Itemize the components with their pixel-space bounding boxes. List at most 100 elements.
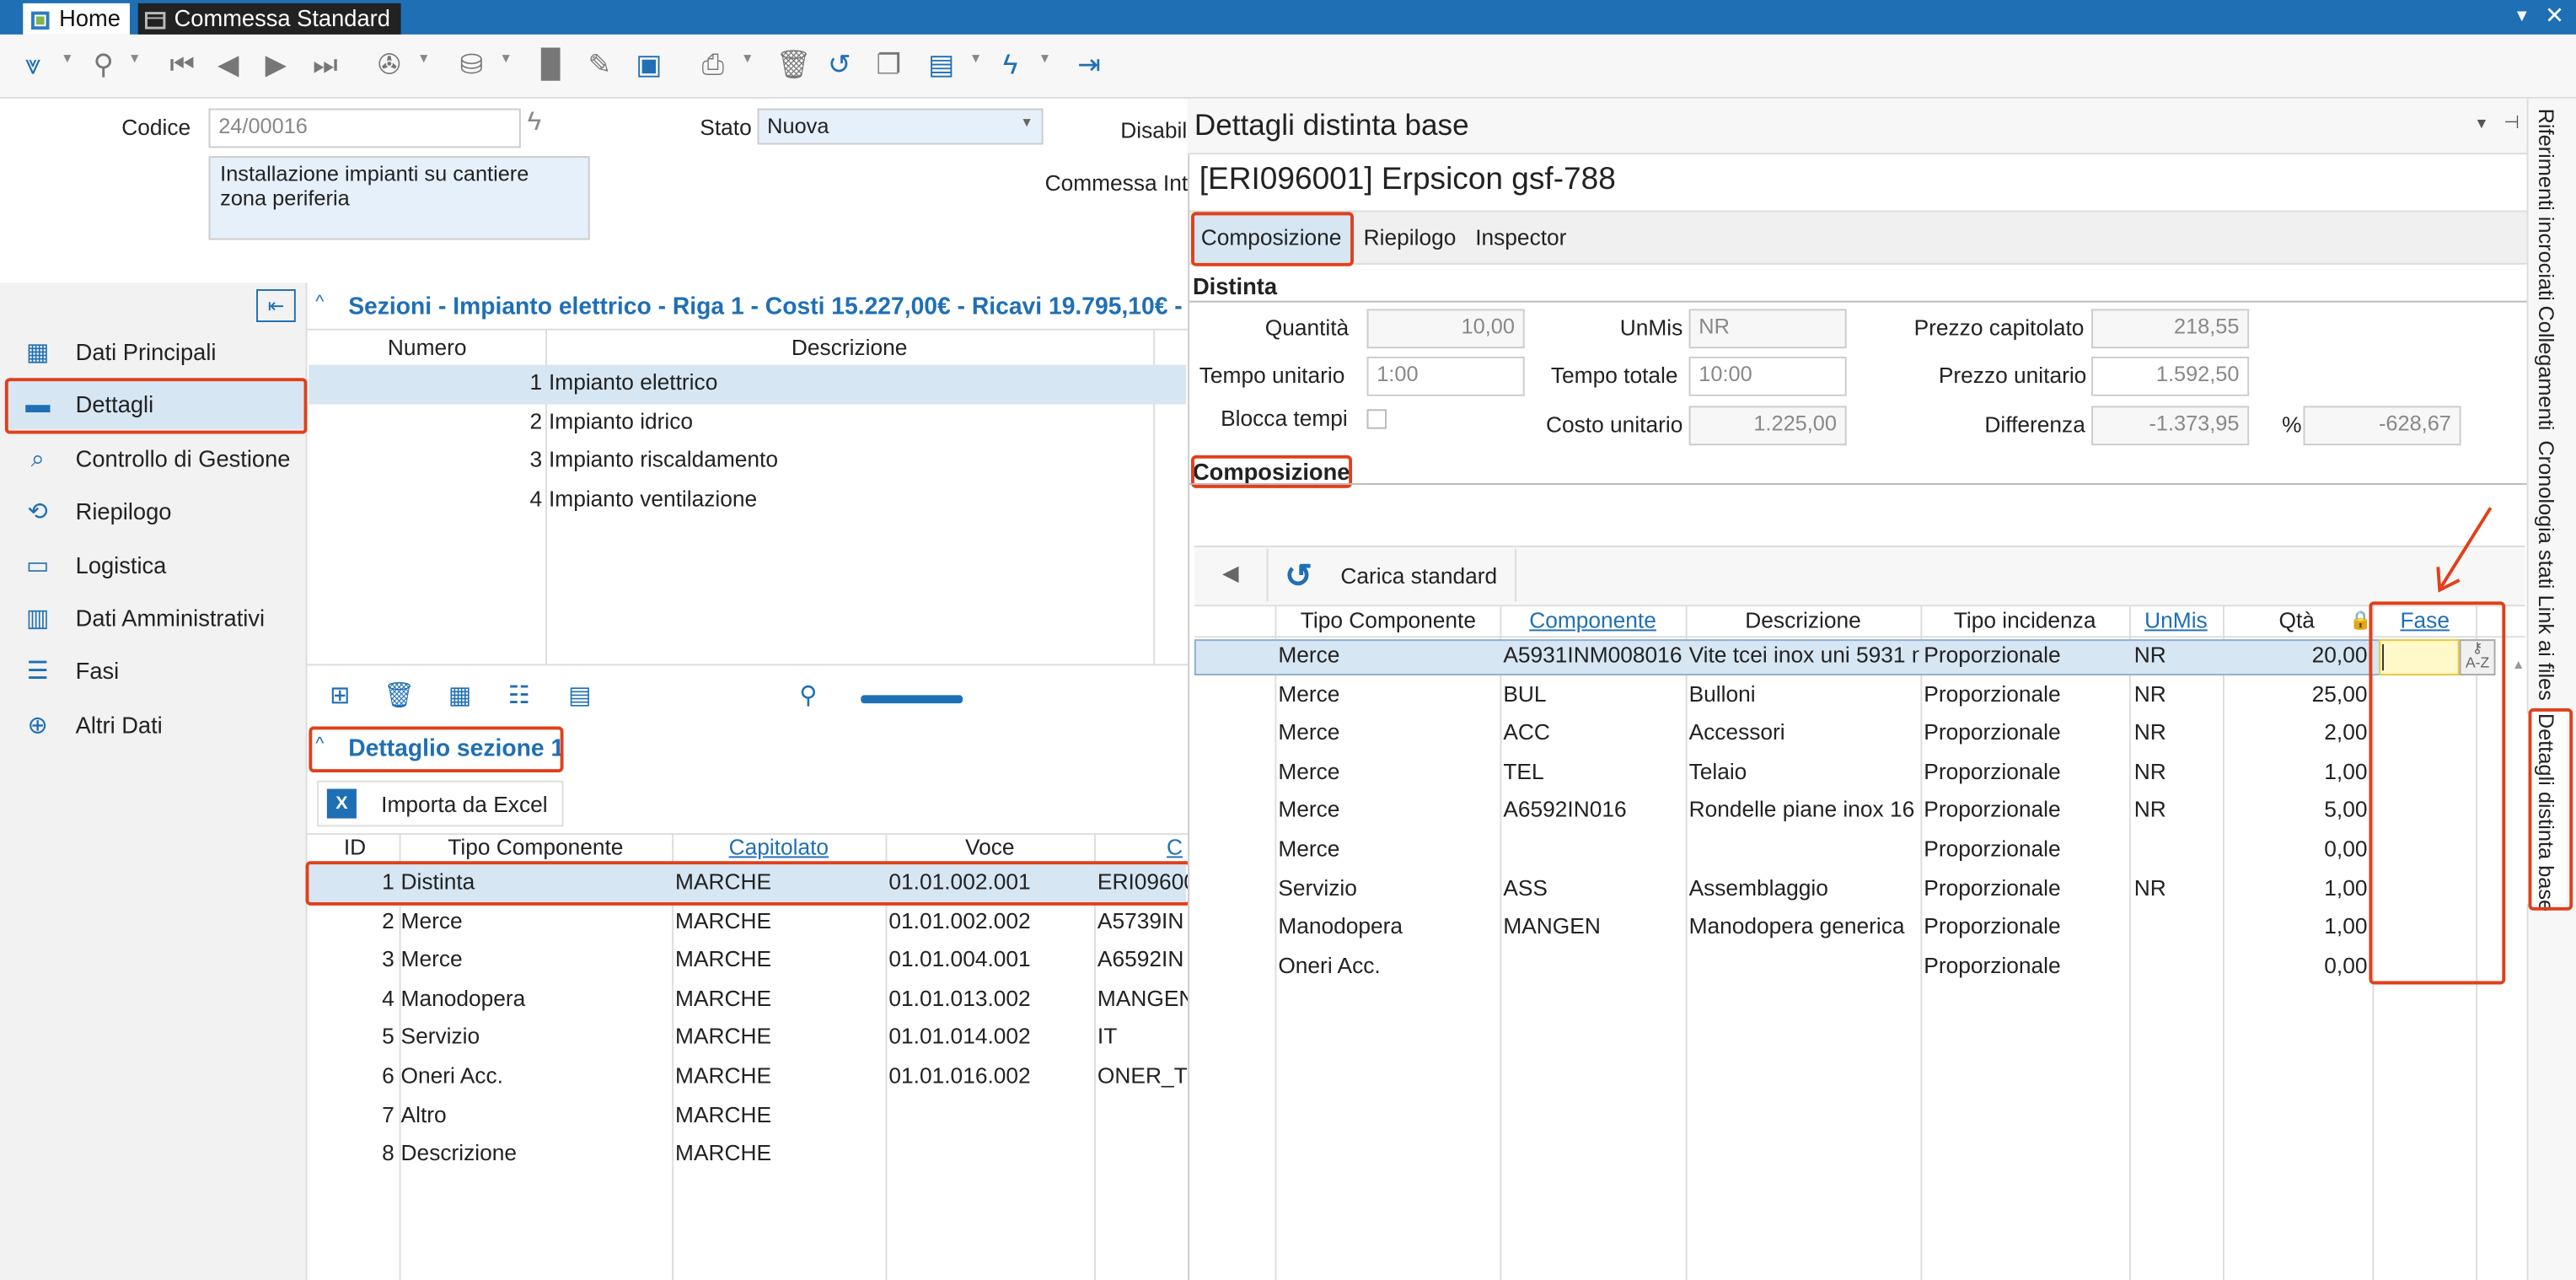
sidebar-item-riepilogo[interactable]: ⟲ Riepilogo bbox=[7, 487, 306, 535]
row-descrizione[interactable]: Impianto idrico bbox=[549, 409, 1150, 433]
tab-collegamenti[interactable]: Collegamenti bbox=[2527, 306, 2567, 431]
close-icon[interactable]: ✕ bbox=[2545, 2, 2564, 30]
row-tipo-componente[interactable]: Altro bbox=[401, 1102, 669, 1127]
col-tipo-componente[interactable]: Tipo Componente bbox=[400, 835, 673, 859]
row-tipo-componente[interactable]: Merce bbox=[1278, 681, 1496, 706]
row-unmis[interactable]: NR bbox=[2134, 875, 2219, 900]
chevron-down-icon[interactable]: ▼ bbox=[741, 51, 754, 66]
pin-icon[interactable]: ⊣ bbox=[2504, 112, 2520, 132]
row-capitolato[interactable]: MARCHE bbox=[675, 1141, 883, 1165]
row-tipo-componente[interactable]: Descrizione bbox=[401, 1141, 669, 1165]
tempo-totale-field[interactable]: 10:00 bbox=[1688, 356, 1847, 396]
back-arrow-icon[interactable]: ◀ bbox=[1222, 561, 1238, 587]
row-c[interactable]: A6592IN bbox=[1097, 947, 1188, 971]
row-tipo-componente[interactable]: Merce bbox=[401, 947, 669, 971]
row-capitolato[interactable]: MARCHE bbox=[675, 869, 883, 894]
chevron-down-icon[interactable]: ▼ bbox=[417, 51, 430, 66]
sidebar-item-dettagli[interactable]: ▬ Dettagli bbox=[6, 379, 306, 429]
row-tipo-incidenza[interactable]: Proporzionale bbox=[1924, 836, 2128, 861]
lightning-icon[interactable]: ϟ bbox=[528, 109, 542, 138]
tab-inspector[interactable]: Inspector bbox=[1475, 225, 1566, 250]
row-descrizione[interactable]: Impianto ventilazione bbox=[549, 487, 1150, 511]
row-tipo-incidenza[interactable]: Proporzionale bbox=[1924, 681, 2128, 706]
new-document-icon[interactable]: ▉ bbox=[534, 48, 570, 84]
search-icon[interactable]: ⚲ bbox=[787, 674, 830, 717]
tab-riepilogo[interactable]: Riepilogo bbox=[1364, 225, 1457, 250]
row-capitolato[interactable]: MARCHE bbox=[675, 986, 883, 1010]
row-c[interactable]: ERI09600 bbox=[1097, 869, 1188, 894]
tab-link-ai-files[interactable]: Link ai files bbox=[2527, 595, 2567, 701]
row-tipo-incidenza[interactable]: Proporzionale bbox=[1924, 643, 2128, 667]
tab-dettagli-distinta-base[interactable]: Dettagli distinta base bbox=[2526, 713, 2567, 912]
row-tipo-componente[interactable]: Merce bbox=[1278, 798, 1496, 822]
row-componente[interactable]: MANGEN bbox=[1503, 914, 1683, 938]
chevron-down-icon[interactable]: ▼ bbox=[2474, 115, 2488, 131]
lookup-az-button[interactable]: ⚷ A-Z bbox=[2459, 639, 2496, 676]
col-descrizione[interactable]: Descrizione bbox=[545, 336, 1153, 360]
expand-down-icon[interactable]: ⩔ bbox=[15, 48, 51, 84]
prezzo-unitario-field[interactable]: 1.592,50 bbox=[2091, 356, 2250, 396]
tab-home[interactable]: Home bbox=[23, 3, 131, 35]
row-voce[interactable]: 01.01.002.001 bbox=[888, 869, 1092, 894]
row-numero[interactable]: 2 bbox=[312, 409, 543, 433]
row-qta[interactable]: 0,00 bbox=[2226, 836, 2367, 861]
row-capitolato[interactable]: MARCHE bbox=[675, 908, 883, 933]
row-descrizione[interactable]: Assemblaggio bbox=[1689, 875, 1919, 900]
sidebar-item-fasi[interactable]: ☰ Fasi bbox=[7, 646, 306, 695]
add-row-icon[interactable]: ⊞ bbox=[319, 674, 362, 717]
row-descrizione[interactable]: Accessori bbox=[1689, 720, 1919, 745]
sidebar-item-altri-dati[interactable]: ⊕ Altri Dati bbox=[7, 700, 306, 749]
row-numero[interactable]: 3 bbox=[312, 447, 543, 471]
chevron-down-icon[interactable]: ▼ bbox=[1038, 51, 1051, 66]
last-record-icon[interactable]: ⏭ bbox=[307, 48, 343, 84]
undo-icon[interactable]: ↺ bbox=[822, 48, 858, 84]
collapse-sidebar-icon[interactable]: ⇤ bbox=[256, 289, 296, 323]
row-tipo-componente[interactable]: Merce bbox=[1278, 759, 1496, 783]
list-details-icon[interactable]: ☷ bbox=[498, 674, 541, 717]
row-id[interactable]: 8 bbox=[312, 1141, 394, 1165]
row-voce[interactable]: 01.01.002.002 bbox=[888, 908, 1092, 933]
sidebar-item-dati-amministrativi[interactable]: ▥ Dati Amministrativi bbox=[7, 594, 306, 643]
row-tipo-componente[interactable]: Manodopera bbox=[401, 986, 669, 1010]
descrizione-field[interactable]: Installazione impianti su cantiere zona … bbox=[208, 156, 590, 240]
database-icon[interactable]: ⛁ bbox=[453, 48, 490, 84]
chevron-down-icon[interactable]: ▼ bbox=[499, 51, 512, 66]
row-id[interactable]: 2 bbox=[312, 908, 394, 933]
carica-standard-button[interactable]: ↺ Carica standard bbox=[1278, 552, 1515, 601]
col-tipo-componente[interactable]: Tipo Componente bbox=[1276, 608, 1500, 632]
scrollbar[interactable] bbox=[861, 695, 963, 704]
row-unmis[interactable]: NR bbox=[2134, 759, 2219, 783]
collapse-chevron-icon[interactable]: ^ bbox=[315, 293, 324, 312]
row-numero[interactable]: 4 bbox=[312, 487, 543, 511]
row-qta[interactable]: 20,00 bbox=[2226, 643, 2368, 667]
row-descrizione[interactable]: Impianto elettrico bbox=[549, 370, 1150, 395]
differenza-field[interactable]: -1.373,95 bbox=[2091, 406, 2250, 446]
row-componente[interactable]: BUL bbox=[1503, 681, 1683, 706]
row-descrizione[interactable]: Manodopera generica bbox=[1689, 914, 1919, 938]
chevron-down-icon[interactable]: ▾ bbox=[2517, 3, 2527, 26]
col-id[interactable]: ID bbox=[312, 835, 397, 859]
row-tipo-incidenza[interactable]: Proporzionale bbox=[1924, 914, 2128, 938]
chevron-down-icon[interactable]: ▼ bbox=[969, 51, 982, 66]
row-c[interactable]: IT bbox=[1097, 1025, 1188, 1049]
row-c[interactable]: ONER_TF bbox=[1097, 1063, 1188, 1088]
row-tipo-componente[interactable]: Distinta bbox=[401, 869, 669, 894]
row-unmis[interactable]: NR bbox=[2134, 681, 2219, 706]
print-icon[interactable]: ⎙ bbox=[695, 48, 731, 84]
row-id[interactable]: 7 bbox=[312, 1102, 394, 1127]
tab-commessa-standard[interactable]: Commessa Standard bbox=[137, 3, 400, 35]
row-unmis[interactable]: NR bbox=[2134, 720, 2219, 745]
row-qta[interactable]: 1,00 bbox=[2226, 914, 2367, 938]
row-descrizione[interactable]: Telaio bbox=[1689, 759, 1919, 783]
row-componente[interactable]: A6592IN016 bbox=[1503, 798, 1683, 822]
row-tipo-componente[interactable]: Merce bbox=[1278, 720, 1496, 745]
row-descrizione[interactable]: Impianto riscaldamento bbox=[549, 447, 1150, 471]
row-voce[interactable]: 01.01.004.001 bbox=[888, 947, 1092, 971]
table-icon[interactable]: ▤ bbox=[559, 674, 602, 717]
row-id[interactable]: 3 bbox=[312, 947, 394, 971]
row-qta[interactable]: 1,00 bbox=[2226, 759, 2367, 783]
tab-riferimenti-incrociati[interactable]: Riferimenti incrociati bbox=[2527, 109, 2567, 301]
quantita-field[interactable]: 10,00 bbox=[1366, 309, 1525, 349]
save-icon[interactable]: ▣ bbox=[631, 48, 667, 84]
row-tipo-incidenza[interactable]: Proporzionale bbox=[1924, 759, 2128, 783]
